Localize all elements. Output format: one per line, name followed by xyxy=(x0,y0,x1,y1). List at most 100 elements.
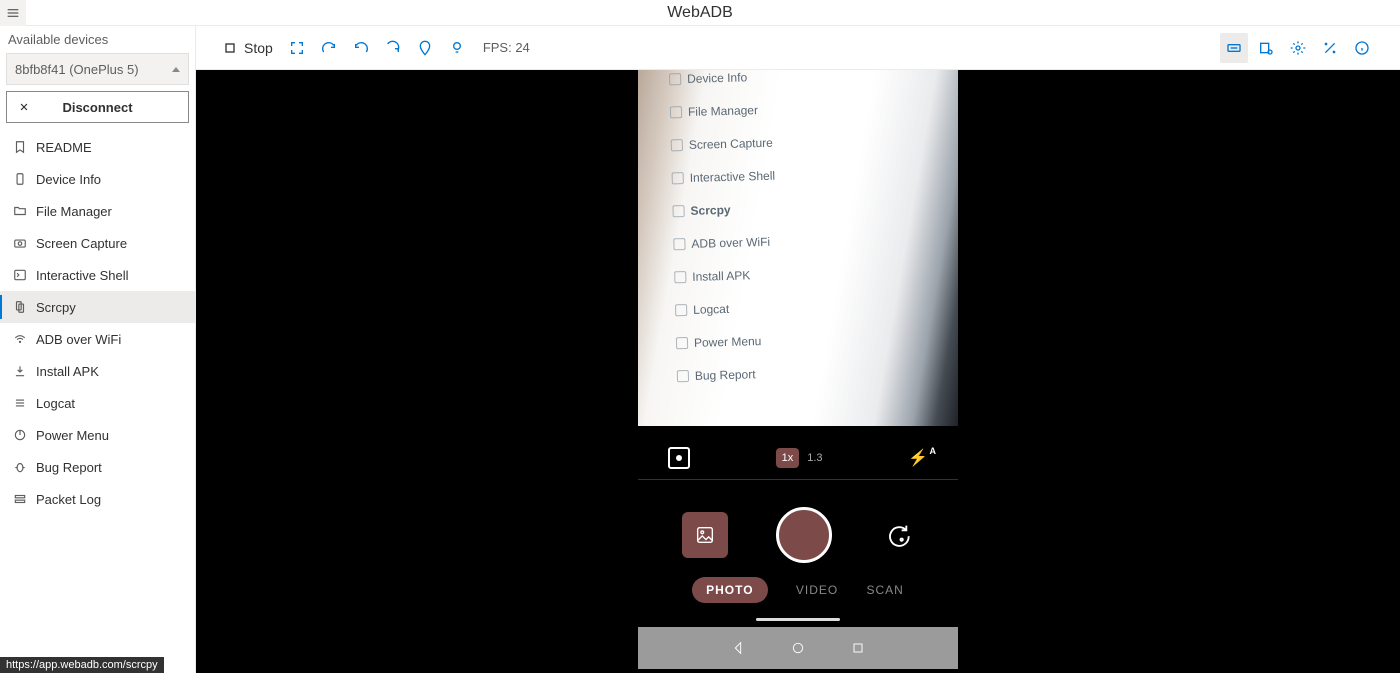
disconnect-button[interactable]: Disconnect xyxy=(6,91,189,123)
sidebar-item-label: README xyxy=(36,140,92,155)
rotate-cw-button[interactable] xyxy=(315,33,343,63)
zoom-1x-button[interactable]: 1x xyxy=(776,448,800,468)
sidebar-item-label: Device Info xyxy=(36,172,101,187)
sidebar-item-device-info[interactable]: Device Info xyxy=(0,163,195,195)
sidebar-item-label: Bug Report xyxy=(36,460,102,475)
info-icon xyxy=(1354,40,1370,56)
plug-icon xyxy=(17,100,31,117)
camera-icon xyxy=(12,235,28,251)
power-icon xyxy=(12,427,28,443)
gesture-bar[interactable] xyxy=(756,618,840,621)
mirrored-list: Device Info File Manager Screen Capture … xyxy=(669,70,781,394)
gallery-button[interactable] xyxy=(682,512,728,558)
home-icon xyxy=(790,640,806,656)
camera-viewfinder[interactable]: Device Info File Manager Screen Capture … xyxy=(638,70,958,426)
sidebar-item-label: Packet Log xyxy=(36,492,101,507)
android-back-button[interactable] xyxy=(730,640,746,656)
wifi-icon xyxy=(12,331,28,347)
keyboard-icon xyxy=(1226,40,1242,56)
screen-viewport[interactable]: Device Info File Manager Screen Capture … xyxy=(196,70,1400,673)
sidebar-item-label: ADB over WiFi xyxy=(36,332,121,347)
image-icon xyxy=(694,524,716,546)
back-icon xyxy=(730,640,746,656)
zoom-alt-button[interactable]: 1.3 xyxy=(807,452,822,464)
fullscreen-icon xyxy=(289,40,305,56)
disconnect-label: Disconnect xyxy=(62,100,132,115)
rotate-cw2-icon xyxy=(385,40,401,56)
nav-list: README Device Info File Manager Screen C… xyxy=(0,131,195,515)
main: Stop FPS: 24 Device Info File Ma xyxy=(196,26,1400,673)
menu-toggle-button[interactable] xyxy=(0,0,26,26)
sidebar: Available devices 8bfb8f41 (OnePlus 5) D… xyxy=(0,26,196,673)
switch-camera-button[interactable] xyxy=(880,518,914,552)
shutter-button[interactable] xyxy=(776,507,832,563)
status-bar-url: https://app.webadb.com/scrcpy xyxy=(0,657,164,673)
sidebar-item-label: Power Menu xyxy=(36,428,109,443)
sidebar-item-label: Screen Capture xyxy=(36,236,127,251)
camera-actions xyxy=(638,490,958,580)
stop-label: Stop xyxy=(244,40,273,56)
android-nav-bar xyxy=(638,627,958,669)
folder-icon xyxy=(12,203,28,219)
terminal-icon xyxy=(12,267,28,283)
switch-camera-icon xyxy=(883,521,911,549)
mode-scan[interactable]: SCAN xyxy=(867,583,904,597)
rotate-ccw-icon xyxy=(353,40,369,56)
location-icon xyxy=(417,40,433,56)
log-button[interactable] xyxy=(1252,33,1280,63)
sidebar-item-adb-wifi[interactable]: ADB over WiFi xyxy=(0,323,195,355)
packet-icon xyxy=(12,491,28,507)
sidebar-item-readme[interactable]: README xyxy=(0,131,195,163)
camera-modes: PHOTO VIDEO SCAN xyxy=(638,570,958,610)
info-button[interactable] xyxy=(1348,33,1376,63)
keyboard-button[interactable] xyxy=(1220,33,1248,63)
download-icon xyxy=(12,363,28,379)
magic-button[interactable] xyxy=(1316,33,1344,63)
sidebar-item-label: Interactive Shell xyxy=(36,268,129,283)
sidebar-item-power-menu[interactable]: Power Menu xyxy=(0,419,195,451)
mirror-icon xyxy=(12,299,28,315)
sidebar-item-interactive-shell[interactable]: Interactive Shell xyxy=(0,259,195,291)
toolbar: Stop FPS: 24 xyxy=(196,26,1400,70)
sidebar-item-label: Logcat xyxy=(36,396,75,411)
bug-icon xyxy=(12,459,28,475)
list-icon xyxy=(12,395,28,411)
flash-button[interactable]: ⚡A xyxy=(908,448,928,468)
phone-screen[interactable]: Device Info File Manager Screen Capture … xyxy=(638,70,958,669)
wand-icon xyxy=(1322,40,1338,56)
camera-controls-row: 1x 1.3 ⚡A xyxy=(638,436,958,480)
zoom-group: 1x 1.3 xyxy=(776,448,823,468)
stop-button[interactable]: Stop xyxy=(216,33,279,63)
mode-photo[interactable]: PHOTO xyxy=(692,577,767,603)
sidebar-item-screen-capture[interactable]: Screen Capture xyxy=(0,227,195,259)
aspect-button[interactable] xyxy=(668,447,690,469)
sidebar-header: Available devices xyxy=(0,26,195,53)
android-recents-button[interactable] xyxy=(850,640,866,656)
sidebar-item-label: Install APK xyxy=(36,364,99,379)
sidebar-item-file-manager[interactable]: File Manager xyxy=(0,195,195,227)
android-home-button[interactable] xyxy=(790,640,806,656)
lightbulb-button[interactable] xyxy=(443,33,471,63)
recents-icon xyxy=(850,640,866,656)
sidebar-item-bug-report[interactable]: Bug Report xyxy=(0,451,195,483)
sidebar-item-scrcpy[interactable]: Scrcpy xyxy=(0,291,195,323)
location-button[interactable] xyxy=(411,33,439,63)
phone-icon xyxy=(12,171,28,187)
app-title: WebADB xyxy=(667,4,733,22)
log-icon xyxy=(1258,40,1274,56)
lightbulb-icon xyxy=(449,40,465,56)
top-bar: WebADB xyxy=(0,0,1400,26)
settings-button[interactable] xyxy=(1284,33,1312,63)
sidebar-item-packet-log[interactable]: Packet Log xyxy=(0,483,195,515)
rotate-cw2-button[interactable] xyxy=(379,33,407,63)
rotate-ccw-button[interactable] xyxy=(347,33,375,63)
sidebar-item-logcat[interactable]: Logcat xyxy=(0,387,195,419)
fps-label: FPS: 24 xyxy=(483,40,530,55)
device-select[interactable]: 8bfb8f41 (OnePlus 5) xyxy=(6,53,189,85)
fullscreen-button[interactable] xyxy=(283,33,311,63)
mode-video[interactable]: VIDEO xyxy=(796,583,838,597)
stop-icon xyxy=(222,40,238,56)
sidebar-item-install-apk[interactable]: Install APK xyxy=(0,355,195,387)
device-select-value: 8bfb8f41 (OnePlus 5) xyxy=(15,62,139,77)
hamburger-icon xyxy=(5,5,21,21)
